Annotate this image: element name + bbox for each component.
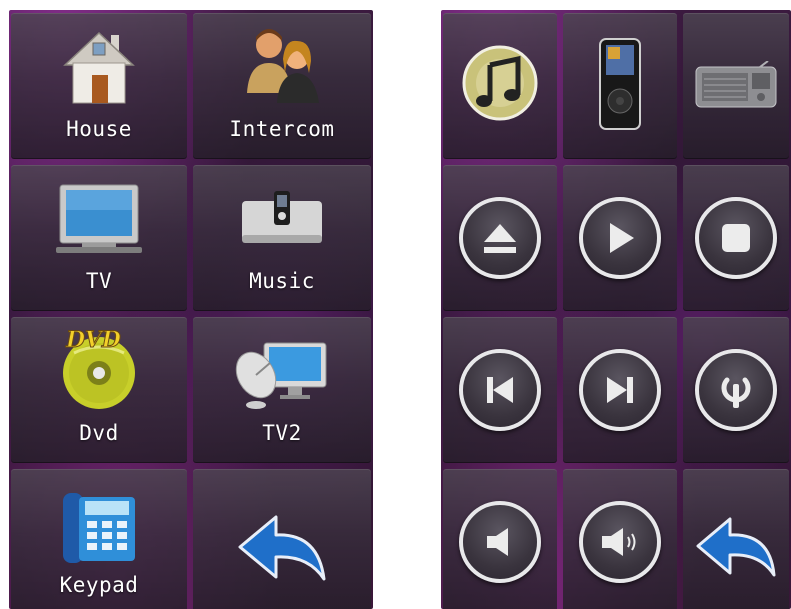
back-button[interactable] <box>683 469 789 609</box>
keypad-tile[interactable]: Keypad <box>11 469 187 609</box>
radio-source-button[interactable] <box>683 13 789 159</box>
eject-button-ring <box>459 197 541 279</box>
home-menu-panel: House Intercom TV Music DVD Dvd TV2 Keyp… <box>9 10 373 609</box>
radio-icon <box>694 60 778 109</box>
play-button[interactable] <box>563 165 677 311</box>
dvd-disc-icon: DVD <box>54 323 144 411</box>
stop-button-ring <box>695 197 777 279</box>
house-tile[interactable]: House <box>11 13 187 159</box>
previous-button-ring <box>459 349 541 431</box>
play-icon <box>610 223 634 253</box>
tile-label: House <box>66 117 132 141</box>
volume-up-button[interactable] <box>563 469 677 609</box>
satellite-tv-icon <box>234 339 330 411</box>
eject-icon <box>484 224 516 253</box>
tile-label: Dvd <box>79 421 119 445</box>
music-dock-icon <box>238 187 326 251</box>
back-arrow-icon <box>236 513 328 583</box>
ipod-source-button[interactable] <box>563 13 677 159</box>
dvd-tile[interactable]: DVD Dvd <box>11 317 187 463</box>
power-button[interactable] <box>683 317 789 463</box>
previous-button[interactable] <box>443 317 557 463</box>
next-icon <box>607 377 633 403</box>
volume-up-icon <box>602 528 636 556</box>
next-button[interactable] <box>563 317 677 463</box>
back-button[interactable] <box>193 469 371 609</box>
tile-label: TV <box>85 269 113 293</box>
tv-icon <box>54 181 144 255</box>
itunes-icon <box>460 43 540 123</box>
tile-label: Music <box>249 269 315 293</box>
tile-label: TV2 <box>262 421 302 445</box>
tv-tile[interactable]: TV <box>11 165 187 311</box>
previous-icon <box>487 377 513 403</box>
tile-label: Keypad <box>59 573 139 597</box>
power-button-ring <box>695 349 777 431</box>
next-button-ring <box>579 349 661 431</box>
keypad-phone-icon <box>57 487 141 567</box>
mute-button[interactable] <box>443 469 557 609</box>
intercom-tile[interactable]: Intercom <box>193 13 371 159</box>
svg-text:DVD: DVD <box>65 327 121 353</box>
eject-button[interactable] <box>443 165 557 311</box>
play-button-ring <box>579 197 661 279</box>
intercom-people-icon <box>237 23 327 105</box>
ipod-icon <box>598 37 642 131</box>
tv2-tile[interactable]: TV2 <box>193 317 371 463</box>
volume-up-button-ring <box>579 501 661 583</box>
mute-button-ring <box>459 501 541 583</box>
power-icon <box>721 377 751 408</box>
music-tile[interactable]: Music <box>193 165 371 311</box>
house-icon <box>59 25 139 105</box>
back-arrow-icon <box>694 515 778 579</box>
tile-label: Intercom <box>229 117 335 141</box>
stop-icon <box>722 224 750 252</box>
music-control-panel <box>441 10 791 609</box>
mute-icon <box>487 528 508 556</box>
itunes-source-button[interactable] <box>443 13 557 159</box>
stop-button[interactable] <box>683 165 789 311</box>
